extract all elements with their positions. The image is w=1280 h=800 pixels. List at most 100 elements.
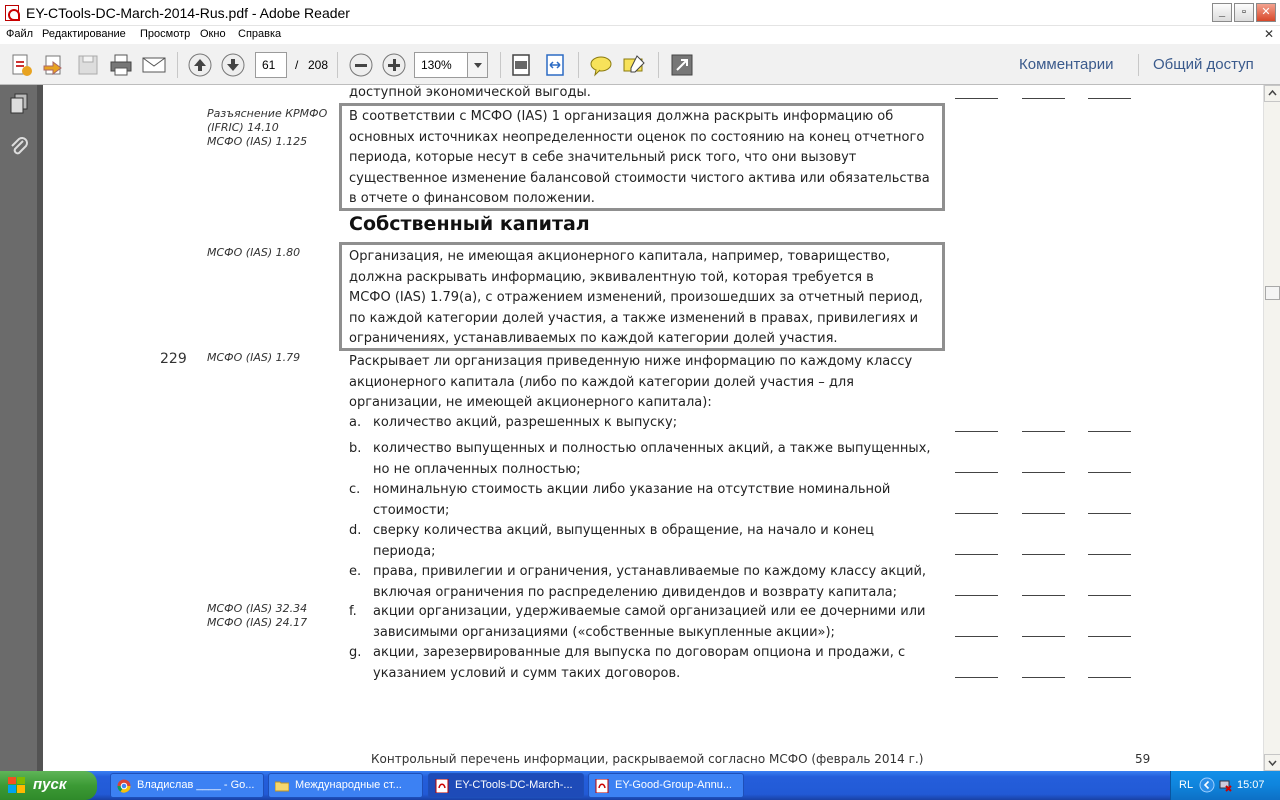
chevron-down-icon[interactable]: [467, 53, 487, 77]
fit-page-icon[interactable]: [508, 52, 534, 78]
pdf-file-icon: [595, 779, 609, 793]
answer-blank[interactable]: [955, 513, 998, 514]
answer-blank[interactable]: [1088, 98, 1131, 99]
menu-window[interactable]: Окно: [200, 28, 226, 40]
answer-blank[interactable]: [955, 472, 998, 473]
scrollbar-thumb[interactable]: [1265, 286, 1280, 300]
item-b-line-2: но не оплаченных полностью;: [373, 461, 581, 477]
menu-help[interactable]: Справка: [238, 28, 281, 40]
page-thumbnails-icon[interactable]: [9, 93, 29, 115]
fit-width-icon[interactable]: [542, 52, 568, 78]
pdf-file-icon: [435, 779, 449, 793]
open-file-icon[interactable]: [41, 52, 67, 78]
item-a-line-1: количество акций, разрешенных к выпуску;: [373, 415, 678, 430]
taskbar-item-chrome[interactable]: Владислав ____ - Go...: [110, 773, 264, 798]
close-document-icon[interactable]: ✕: [1264, 27, 1274, 41]
previous-page-icon[interactable]: [187, 52, 213, 78]
box2-line-2: должна раскрывать информацию, эквивалент…: [349, 269, 874, 285]
scroll-down-button[interactable]: [1264, 754, 1280, 771]
vertical-scrollbar[interactable]: [1263, 85, 1280, 771]
language-indicator[interactable]: RL: [1179, 779, 1193, 791]
title-bar: EY-CTools-DC-March-2014-Rus.pdf - Adobe …: [0, 0, 1280, 26]
full-screen-icon[interactable]: [669, 52, 695, 78]
scroll-up-button[interactable]: [1264, 85, 1280, 102]
answer-blank[interactable]: [1088, 636, 1131, 637]
answer-blank[interactable]: [1022, 554, 1065, 555]
zoom-out-icon[interactable]: [348, 52, 374, 78]
item-c-line-1: номинальную стоимость акции либо указани…: [373, 482, 891, 497]
answer-blank[interactable]: [1088, 513, 1131, 514]
box2-line-3: МСФО (IAS) 1.79(a), с отражением изменен…: [349, 290, 923, 305]
menu-file[interactable]: Файл: [6, 28, 33, 40]
taskbar-item-folder[interactable]: Международные ст...: [268, 773, 423, 798]
answer-blank[interactable]: [955, 636, 998, 637]
item-c-letter: c.: [349, 482, 361, 497]
network-disconnected-icon[interactable]: [1218, 778, 1232, 792]
page-number-input[interactable]: 61: [255, 52, 287, 78]
page-footer: Контрольный перечень информации, раскрыв…: [371, 752, 924, 766]
answer-blank[interactable]: [955, 595, 998, 596]
answer-blank[interactable]: [1022, 472, 1065, 473]
item-a-letter: a.: [349, 415, 362, 430]
answer-blank[interactable]: [1022, 677, 1065, 678]
answer-blank[interactable]: [955, 554, 998, 555]
share-button[interactable]: Общий доступ: [1153, 56, 1254, 73]
taskbar-item-reader[interactable]: EY-Good-Group-Annu...: [588, 773, 744, 798]
answer-blank[interactable]: [1088, 472, 1131, 473]
attachments-icon[interactable]: [9, 135, 29, 159]
answer-blank[interactable]: [955, 677, 998, 678]
item-e-letter: e.: [349, 564, 362, 579]
document-page: доступной экономической выгоды. Разъясне…: [43, 85, 1263, 771]
system-clock: 15:07: [1237, 779, 1265, 791]
maximize-button[interactable]: ▫: [1234, 3, 1254, 22]
answer-blank[interactable]: [1088, 677, 1131, 678]
menu-edit[interactable]: Редактирование: [42, 28, 126, 40]
item-f-letter: f.: [349, 604, 357, 619]
reference-ias-1-80: МСФО (IAS) 1.80: [207, 246, 301, 259]
comments-button[interactable]: Комментарии: [1019, 56, 1113, 73]
close-button[interactable]: ✕: [1256, 3, 1276, 22]
window-title: EY-CTools-DC-March-2014-Rus.pdf - Adobe …: [26, 5, 350, 21]
question-line-3: организации, не имеющей акционерного кап…: [349, 395, 712, 410]
save-icon[interactable]: [75, 52, 101, 78]
email-icon[interactable]: [141, 52, 167, 78]
minimize-button[interactable]: _: [1212, 3, 1232, 22]
item-g-line-1: акции, зарезервированные для выпуска по …: [373, 645, 906, 660]
start-button[interactable]: пуск: [0, 771, 97, 800]
reference-ifric: Разъяснение КРМФО (IFRIC) 14.10 МСФО (IA…: [207, 107, 328, 148]
next-page-icon[interactable]: [220, 52, 246, 78]
section-heading: Собственный капитал: [349, 213, 590, 235]
answer-blank[interactable]: [1088, 554, 1131, 555]
answer-blank[interactable]: [1022, 513, 1065, 514]
item-e-line-1: права, привилегии и ограничения, устанав…: [373, 564, 927, 579]
highlight-text-icon[interactable]: [621, 52, 647, 78]
reference-ias-32-34: МСФО (IAS) 32.34 МСФО (IAS) 24.17: [207, 602, 308, 629]
page-separator: /: [295, 58, 299, 72]
box1-line-5: в отчете о финансовом положении.: [349, 191, 595, 206]
answer-blank[interactable]: [1088, 431, 1131, 432]
box2-line-5: ограничениях, устанавливаемых по каждой …: [349, 331, 838, 346]
zoom-select[interactable]: 130%: [414, 52, 488, 78]
answer-blank[interactable]: [1088, 595, 1131, 596]
chevron-down-icon: [1268, 760, 1277, 767]
zoom-in-icon[interactable]: [381, 52, 407, 78]
adobe-reader-icon: [5, 5, 20, 21]
item-e-line-2: включая ограничения по распределению див…: [373, 584, 898, 600]
menu-bar: Файл Редактирование Просмотр Окно Справк…: [0, 26, 1280, 44]
item-number: 229: [160, 351, 187, 367]
print-icon[interactable]: [108, 52, 134, 78]
create-pdf-icon[interactable]: [8, 52, 34, 78]
answer-blank[interactable]: [955, 431, 998, 432]
reference-ias-1-79: МСФО (IAS) 1.79: [207, 351, 301, 364]
answer-blank[interactable]: [1022, 98, 1065, 99]
answer-blank[interactable]: [1022, 595, 1065, 596]
answer-blank[interactable]: [1022, 431, 1065, 432]
sticky-note-icon[interactable]: [588, 52, 614, 78]
menu-view[interactable]: Просмотр: [140, 28, 190, 40]
item-g-line-2: указанием условий и сумм таких договоров…: [373, 665, 681, 681]
answer-blank[interactable]: [1022, 636, 1065, 637]
taskbar-item-reader-active[interactable]: EY-CTools-DC-March-...: [428, 773, 584, 798]
chevron-left-icon[interactable]: [1199, 777, 1215, 793]
answer-blank[interactable]: [955, 98, 998, 99]
box1-line-2: основных источниках неопределенности оце…: [349, 129, 925, 145]
